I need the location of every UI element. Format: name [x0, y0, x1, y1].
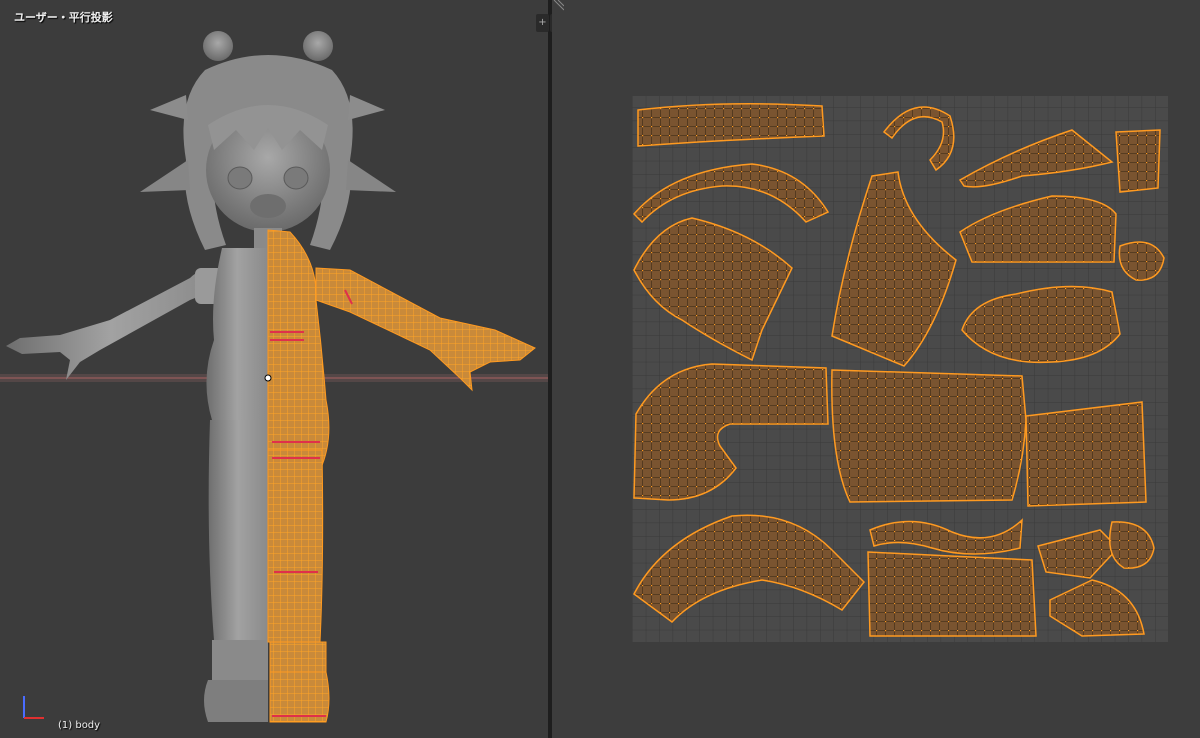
view-name: ユーザー・平行投影 — [14, 11, 113, 24]
left-leg — [208, 420, 268, 640]
3d-viewport[interactable]: ユーザー・平行投影 (1) body — [0, 0, 548, 738]
torso-selected — [267, 229, 330, 471]
uv-canvas — [632, 96, 1168, 642]
uv-island — [1115, 129, 1161, 193]
uv-island — [867, 551, 1037, 637]
left-arm — [6, 268, 215, 380]
right-leg-selected — [267, 449, 324, 643]
3d-cursor — [264, 374, 272, 382]
uv-island — [1025, 401, 1147, 507]
hair-bun-left — [203, 31, 233, 61]
area-corner-icon[interactable] — [552, 0, 564, 12]
axis-gizmo-icon — [23, 696, 44, 719]
hair-bun-right — [303, 31, 333, 61]
viewport-scene — [0, 31, 548, 723]
right-arm-selected — [315, 267, 536, 392]
uv-island — [831, 369, 1027, 503]
split-left-icon[interactable]: + — [536, 14, 549, 32]
uv-editor[interactable] — [552, 0, 1200, 738]
object-info: (1) body — [58, 720, 101, 731]
